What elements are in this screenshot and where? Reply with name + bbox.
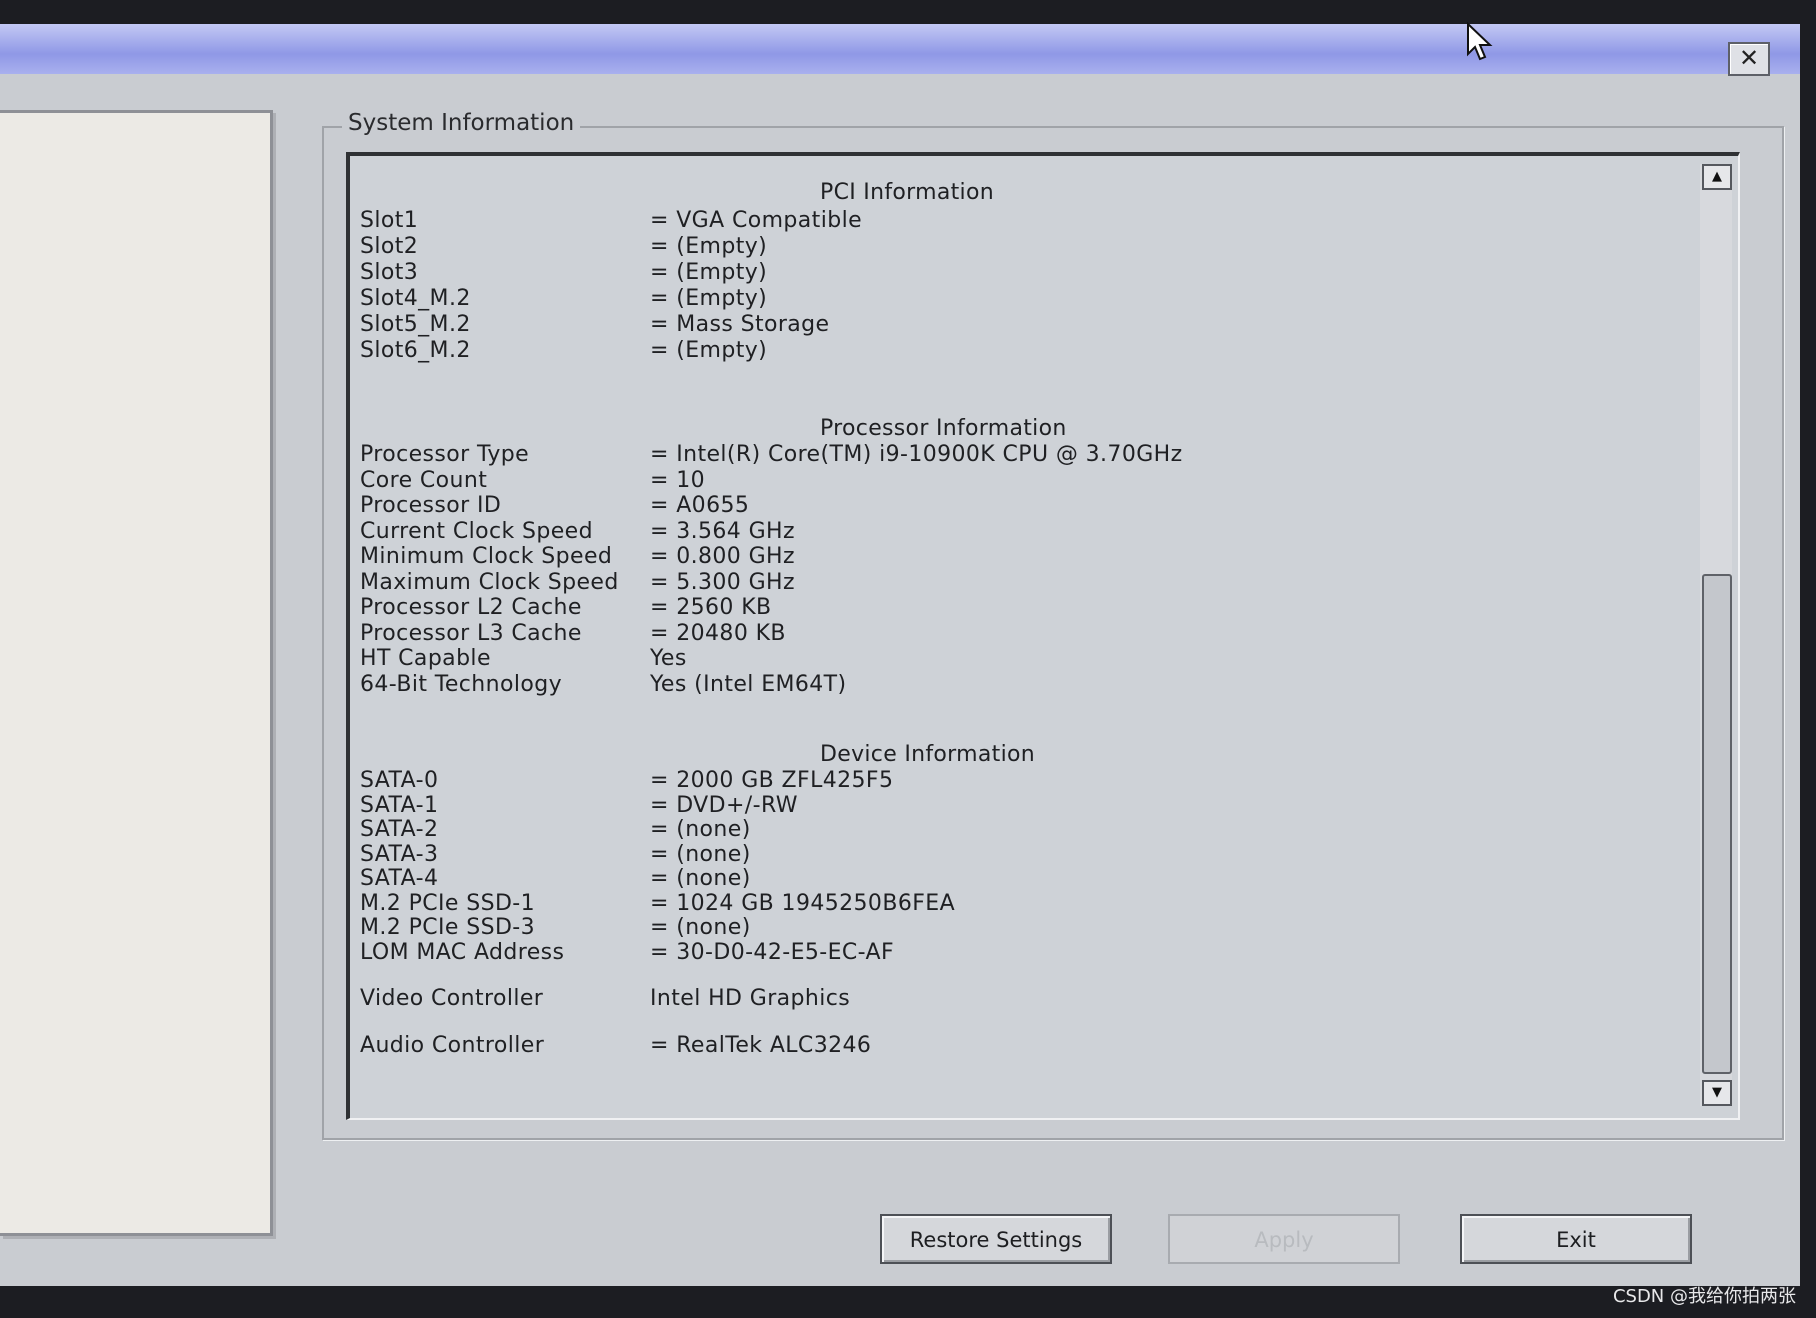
processor-row-label: Core Count xyxy=(360,467,488,493)
device-row-value: = 30-D0-42-E5-EC-AF xyxy=(650,939,895,965)
arrow-down-icon: ▼ xyxy=(1712,1085,1722,1100)
device-row-label: M.2 PCIe SSD-1 xyxy=(360,890,536,916)
device-row-label: SATA-2 xyxy=(360,817,439,842)
pci-row-value: = (Empty) xyxy=(650,234,768,259)
processor-row-label: HT Capable xyxy=(360,646,491,671)
pci-row-label: Slot5_M.2 xyxy=(360,312,471,337)
processor-row-value: = 3.564 GHz xyxy=(650,518,795,544)
device-row-label: SATA-1 xyxy=(360,792,439,818)
system-information-list[interactable]: PCI Information Slot1 = VGA Compatible Slo… xyxy=(346,152,1740,1120)
device-row-value: Intel HD Graphics xyxy=(650,986,851,1011)
processor-row-value: = 2560 KB xyxy=(650,595,772,620)
device-row-value: = 2000 GB ZFL425F5 xyxy=(650,768,894,793)
pci-row-value: = (Empty) xyxy=(650,286,768,311)
processor-row-value: Yes (Intel EM64T) xyxy=(650,671,847,697)
restore-settings-button[interactable]: Restore Settings xyxy=(880,1214,1112,1264)
device-row-label: SATA-3 xyxy=(360,841,439,867)
device-row-value: = (none) xyxy=(650,915,751,940)
processor-row-value: = 20480 KB xyxy=(650,620,786,646)
mouse-pointer-icon xyxy=(1467,22,1493,61)
processor-row-value: = A0655 xyxy=(650,493,750,518)
pci-row-value: = (Empty) xyxy=(650,260,768,285)
bios-window: ✕ System Information PCI Information Slo… xyxy=(0,24,1800,1286)
device-row-label: SATA-0 xyxy=(360,768,439,793)
vertical-scrollbar[interactable]: ▲ ▼ xyxy=(1700,164,1732,1106)
watermark: CSDN @我给你拍两张 xyxy=(1612,1286,1796,1307)
arrow-up-icon: ▲ xyxy=(1712,169,1722,184)
device-heading: Device Information xyxy=(820,742,1035,767)
device-row-value: = (none) xyxy=(650,866,751,891)
apply-button[interactable]: Apply xyxy=(1168,1214,1400,1264)
device-row-label: SATA-4 xyxy=(360,866,439,891)
pci-row-value: = VGA Compatible xyxy=(650,208,863,233)
device-row-label: M.2 PCIe SSD-3 xyxy=(360,915,536,940)
processor-row-value: = Intel(R) Core(TM) i9-10900K CPU @ 3.70… xyxy=(650,442,1183,467)
device-row-value: = (none) xyxy=(650,817,751,842)
scroll-up-button[interactable]: ▲ xyxy=(1702,164,1732,190)
settings-tree-pane[interactable] xyxy=(0,110,273,1236)
processor-row-label: Minimum Clock Speed xyxy=(360,544,613,569)
scroll-down-button[interactable]: ▼ xyxy=(1702,1080,1732,1106)
device-row-label: LOM MAC Address xyxy=(360,939,565,965)
close-icon: ✕ xyxy=(1738,44,1760,72)
device-row-value: = DVD+/-RW xyxy=(650,792,798,818)
scroll-thumb[interactable] xyxy=(1702,574,1732,1074)
processor-row-value: Yes xyxy=(650,646,687,671)
close-button[interactable]: ✕ xyxy=(1728,42,1770,76)
device-row-label: Video Controller xyxy=(360,986,544,1011)
processor-heading: Processor Information xyxy=(820,416,1067,441)
processor-row-label: Processor L3 Cache xyxy=(360,620,582,646)
device-row-value: = (none) xyxy=(650,841,751,867)
processor-row-value: = 10 xyxy=(650,467,706,493)
pci-row-label: Slot1 xyxy=(360,208,419,233)
device-row-value: = 1024 GB 1945250B6FEA xyxy=(650,890,956,916)
pci-row-label: Slot6_M.2 xyxy=(360,338,471,363)
processor-row-label: Processor Type xyxy=(360,442,530,467)
processor-row-label: Processor L2 Cache xyxy=(360,595,582,620)
processor-row-label: 64-Bit Technology xyxy=(360,671,563,697)
processor-row-label: Processor ID xyxy=(360,493,502,518)
processor-row-value: = 0.800 GHz xyxy=(650,544,795,569)
pci-row-value: = Mass Storage xyxy=(650,312,830,337)
device-row-label: Audio Controller xyxy=(360,1032,545,1058)
pci-heading: PCI Information xyxy=(820,180,994,205)
device-row-value: = RealTek ALC3246 xyxy=(650,1032,872,1058)
pci-row-label: Slot4_M.2 xyxy=(360,286,471,311)
title-bar[interactable]: ✕ xyxy=(0,24,1800,76)
pci-row-label: Slot3 xyxy=(360,260,419,285)
processor-row-label: Current Clock Speed xyxy=(360,518,593,544)
exit-button[interactable]: Exit xyxy=(1460,1214,1692,1264)
pci-row-value: = (Empty) xyxy=(650,338,768,363)
group-title: System Information xyxy=(342,110,581,136)
pci-row-label: Slot2 xyxy=(360,234,419,259)
processor-row-value: = 5.300 GHz xyxy=(650,569,795,595)
system-information-group: System Information PCI Information Slot1… xyxy=(322,110,1784,1140)
processor-row-label: Maximum Clock Speed xyxy=(360,569,619,595)
